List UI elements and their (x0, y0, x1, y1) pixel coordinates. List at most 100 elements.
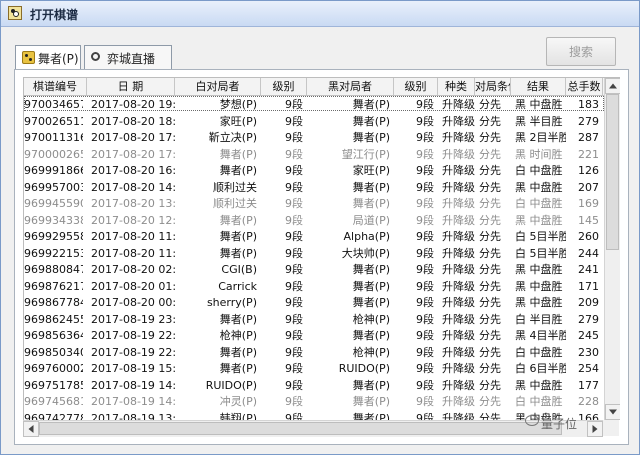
table-cell: 969867784 (24, 296, 83, 309)
table-row[interactable]: 970000265 2017-08-20 17:05 舞者(P) 9段 望江行(P) 9段… (24, 146, 603, 163)
table-cell: 枪神(P) (352, 345, 390, 359)
table-row[interactable]: 969751785 2017-08-19 14:55 RUIDO(P) 9段 舞者(P)… (24, 377, 603, 394)
table-row[interactable]: 9700265112017-08-20 18:59家旺(P)9段舞者(P)9段升… (24, 113, 603, 130)
table-cell: 舞者(P) (352, 279, 390, 293)
column-header[interactable]: 级别 (261, 78, 307, 95)
table-row[interactable]: 9698563642017-08-19 22:53枪神(P)9段舞者(P)9段升… (24, 327, 603, 344)
table-cell: 升降级 (442, 411, 475, 421)
column-header[interactable]: 黑对局者 (307, 78, 394, 95)
table-cell: 舞者(P) (219, 246, 257, 260)
column-header[interactable]: 级别 (394, 78, 438, 95)
table-cell: 969880847 (24, 263, 83, 276)
table-row[interactable]: 9699343382017-08-20 12:16舞者(P)9段局道(P)9段升… (24, 212, 603, 229)
table-cell: 舞者(P) (352, 98, 390, 111)
table-row[interactable]: 9698624552017-08-19 23:37舞者(P)9段枪神(P)9段升… (24, 311, 603, 328)
table-cell: 分先 (479, 131, 501, 144)
watermark: 量子位 (541, 417, 578, 431)
horizontal-scroll-thumb[interactable] (39, 422, 562, 435)
table-cell: 升降级 (442, 114, 475, 128)
table-cell: 2017-08-19 14:20 (91, 395, 175, 408)
column-header[interactable]: 种类 (438, 78, 475, 95)
column-header[interactable]: 对局条件 (475, 78, 511, 95)
table-row[interactable]: 969876217 2017-08-20 01:04 Carrick 9段 舞者(P) 9… (24, 278, 603, 295)
table-row[interactable]: 9699455902017-08-20 13:09顺利过关9段舞者(P)9段升降… (24, 195, 603, 212)
table-cell: 黑 4目半胜 (515, 329, 566, 342)
table-cell: 9段 (285, 312, 303, 326)
down-arrow-icon (609, 409, 617, 415)
table-cell: 升降级 (442, 230, 475, 243)
table-row[interactable]: 9700346572017-08-20 19:39梦想(P)9段舞者(P)9段升… (24, 96, 603, 113)
table-row[interactable]: 969760002 2017-08-19 15:33 舞者(P) 9段 RUIDO(P)… (24, 360, 603, 377)
scroll-left-button[interactable] (23, 421, 39, 437)
table-cell: 白 5目半胜 (515, 230, 566, 243)
vertical-scroll-thumb[interactable] (606, 94, 619, 250)
table-cell: 2017-08-20 18:59 (91, 114, 175, 128)
table-cell: 白 中盘胜 (515, 345, 563, 359)
table-cell: 舞者(P) (219, 312, 257, 326)
table-row[interactable]: 9699918662017-08-20 16:30舞者(P)9段家旺(P)9段升… (24, 162, 603, 179)
table-header: 棋谱编号日 期白对局者级别黑对局者级别种类对局条件结果总手数对 (24, 78, 620, 96)
table-cell: 9段 (416, 180, 434, 194)
table-cell: 家旺(P) (352, 164, 390, 177)
table-cell: 舞者(P) (352, 296, 390, 309)
title-bar: 打开棋谱 (1, 1, 639, 27)
table-cell: 黑 半目胜 (515, 114, 563, 128)
records-table[interactable]: 棋谱编号日 期白对局者级别黑对局者级别种类对局条件结果总手数对 97003465… (23, 77, 620, 420)
table-cell: 顺利过关 (213, 197, 257, 210)
table-cell: 9段 (416, 345, 434, 359)
table-cell: 舞者(P) (352, 114, 390, 128)
table-cell: 2017-08-19 14:55 (91, 378, 175, 392)
table-cell: 2017-08-20 02:05 (91, 263, 175, 276)
table-row[interactable]: 9699570032017-08-20 14:05顺利过关9段舞者(P)9段升降… (24, 179, 603, 196)
column-header[interactable]: 结果 (511, 78, 566, 95)
scroll-up-button[interactable] (605, 78, 620, 94)
table-cell: 分先 (479, 312, 501, 326)
table-cell: 分先 (479, 230, 501, 243)
table-cell: 9段 (285, 147, 303, 161)
table-cell: 969850340 (24, 345, 83, 359)
table-cell: 分先 (479, 180, 501, 194)
table-cell: 分先 (479, 395, 501, 408)
column-header[interactable]: 白对局者 (175, 78, 261, 95)
table-cell: 舞者(P) (352, 329, 390, 342)
table-cell: 209 (578, 296, 599, 309)
table-row[interactable]: 970011316 2017-08-20 17:52 靳立决(P) 9段 舞者(P) 9段… (24, 129, 603, 146)
table-cell: 287 (578, 131, 599, 144)
table-cell: 分先 (479, 246, 501, 260)
table-row[interactable]: 9697427782017-08-19 13:50韩翔(P)9段舞者(P)9段升… (24, 410, 603, 421)
table-row[interactable]: 969880847 2017-08-20 02:05 CGI(B) 9段 舞者(P) 9段… (24, 261, 603, 278)
horizontal-scrollbar[interactable] (23, 420, 603, 437)
scroll-down-button[interactable] (605, 404, 620, 420)
table-cell: sherry(P) (206, 296, 257, 309)
table-cell: 2017-08-19 13:50 (91, 411, 175, 421)
table-cell: Alpha(P) (343, 230, 391, 243)
vertical-scrollbar[interactable] (604, 78, 620, 420)
table-cell: 升降级 (442, 246, 475, 260)
table-row[interactable]: 969867784 2017-08-20 00:02 sherry(P) 9段 舞者(P… (24, 294, 603, 311)
tab-players[interactable]: 舞者(P) (15, 45, 81, 70)
column-header[interactable]: 总手数 (566, 78, 603, 95)
tab-live[interactable]: 弈城直播 (84, 45, 172, 69)
scroll-right-button[interactable] (587, 421, 603, 437)
table-cell: 舞者(P) (352, 131, 390, 144)
table-cell: 9段 (416, 98, 434, 111)
table-cell: 升降级 (442, 180, 475, 194)
table-cell: 靳立决(P) (208, 131, 257, 144)
table-row[interactable]: 969922153 2017-08-20 11:23 舞者(P) 9段 大块帅(P) 9段… (24, 245, 603, 262)
column-header[interactable]: 棋谱编号 (24, 78, 87, 95)
table-cell: 9段 (285, 164, 303, 177)
table-cell: 舞者(P) (352, 180, 390, 194)
column-header[interactable]: 日 期 (87, 78, 175, 95)
table-cell: 245 (578, 329, 599, 342)
table-cell: 9段 (416, 147, 434, 161)
table-cell: 9段 (285, 180, 303, 194)
table-cell: 2017-08-19 22:53 (91, 329, 175, 342)
table-cell: 2017-08-20 00:02 (91, 296, 175, 309)
table-row[interactable]: 9697456812017-08-19 14:20冲灵(P)9段舞者(P)9段升… (24, 393, 603, 410)
table-cell: Carrick (218, 279, 257, 293)
table-cell: 舞者(P) (219, 345, 257, 359)
table-row[interactable]: 969929558 2017-08-20 11:50 舞者(P) 9段 Alpha(P)… (24, 228, 603, 245)
search-button[interactable]: 搜索 (546, 37, 616, 66)
table-cell: 分先 (479, 296, 501, 309)
table-row[interactable]: 9698503402017-08-19 22:31舞者(P)9段枪神(P)9段升… (24, 344, 603, 361)
